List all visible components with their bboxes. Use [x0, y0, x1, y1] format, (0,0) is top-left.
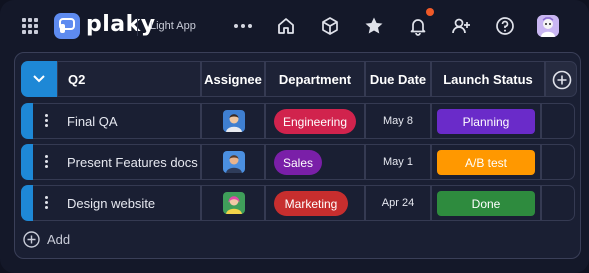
divider: [137, 18, 138, 36]
help-icon[interactable]: [495, 16, 515, 36]
task-name[interactable]: Final QA: [67, 114, 118, 129]
plaky-logo-icon[interactable]: [54, 13, 80, 39]
table-row[interactable]: Design website Marketing Apr 24 Done: [21, 185, 575, 221]
assignee-cell: [201, 185, 265, 221]
table-row[interactable]: Final QA Engineering May 8 Planning: [21, 103, 575, 139]
row-end-cell: [541, 103, 575, 139]
star-icon[interactable]: [364, 16, 384, 36]
brand-name: plaky: [86, 12, 156, 37]
top-bar: plaky Light App: [0, 0, 589, 52]
row-end-cell: [541, 185, 575, 221]
assignee-avatar[interactable]: [223, 151, 245, 173]
status-badge[interactable]: Planning: [437, 109, 535, 134]
status-cell: Done: [431, 185, 541, 221]
row-end-cell: [541, 144, 575, 180]
drag-handle-icon[interactable]: [45, 196, 49, 210]
row-color-bar: [21, 185, 33, 221]
user-avatar[interactable]: [537, 15, 559, 37]
due-date[interactable]: May 1: [366, 156, 430, 168]
group-title[interactable]: Q2: [57, 61, 201, 97]
assignee-avatar[interactable]: [223, 110, 245, 132]
row-color-bar: [21, 103, 33, 139]
table-row[interactable]: Present Features docs Sales May 1 A/B te…: [21, 144, 575, 180]
app-window: plaky Light App Q2 Assignee Department D…: [0, 0, 589, 273]
grid-icon[interactable]: [22, 18, 38, 34]
department-cell: Sales: [265, 144, 365, 180]
add-user-icon[interactable]: [451, 16, 471, 36]
drag-handle-icon[interactable]: [45, 155, 49, 169]
table-header: Q2 Assignee Department Due Date Launch S…: [21, 61, 577, 97]
row-color-bar: [21, 144, 33, 180]
column-header-due-date[interactable]: Due Date: [365, 61, 431, 97]
department-pill[interactable]: Engineering: [274, 109, 356, 134]
department-pill[interactable]: Marketing: [274, 191, 348, 216]
add-item-label: Add: [47, 232, 71, 247]
status-badge[interactable]: Done: [437, 191, 535, 216]
assignee-cell: [201, 103, 265, 139]
due-date-cell: May 1: [365, 144, 431, 180]
assignee-cell: [201, 144, 265, 180]
theme-toggle-label[interactable]: Light App: [150, 20, 196, 32]
bell-icon[interactable]: [408, 16, 428, 36]
status-badge[interactable]: A/B test: [437, 150, 535, 175]
column-header-department[interactable]: Department: [265, 61, 365, 97]
collapse-group-button[interactable]: [21, 61, 57, 97]
status-cell: Planning: [431, 103, 541, 139]
due-date-cell: May 8: [365, 103, 431, 139]
task-name[interactable]: Present Features docs: [67, 155, 198, 170]
department-pill[interactable]: Sales: [274, 150, 322, 175]
add-column-button[interactable]: [545, 61, 577, 97]
drag-handle-icon[interactable]: [45, 114, 49, 128]
task-name[interactable]: Design website: [67, 196, 155, 211]
due-date[interactable]: Apr 24: [366, 197, 430, 209]
notification-dot: [426, 8, 434, 16]
due-date-cell: Apr 24: [365, 185, 431, 221]
board-table: Q2 Assignee Department Due Date Launch S…: [14, 52, 581, 259]
department-cell: Marketing: [265, 185, 365, 221]
assignee-avatar[interactable]: [223, 192, 245, 214]
task-cell: Design website: [33, 185, 201, 221]
column-header-assignee[interactable]: Assignee: [201, 61, 265, 97]
cube-icon[interactable]: [320, 16, 340, 36]
more-icon[interactable]: [234, 24, 254, 30]
status-cell: A/B test: [431, 144, 541, 180]
task-cell: Final QA: [33, 103, 201, 139]
column-header-launch-status[interactable]: Launch Status: [431, 61, 545, 97]
home-icon[interactable]: [276, 16, 296, 36]
department-cell: Engineering: [265, 103, 365, 139]
due-date[interactable]: May 8: [366, 115, 430, 127]
task-cell: Present Features docs: [33, 144, 201, 180]
